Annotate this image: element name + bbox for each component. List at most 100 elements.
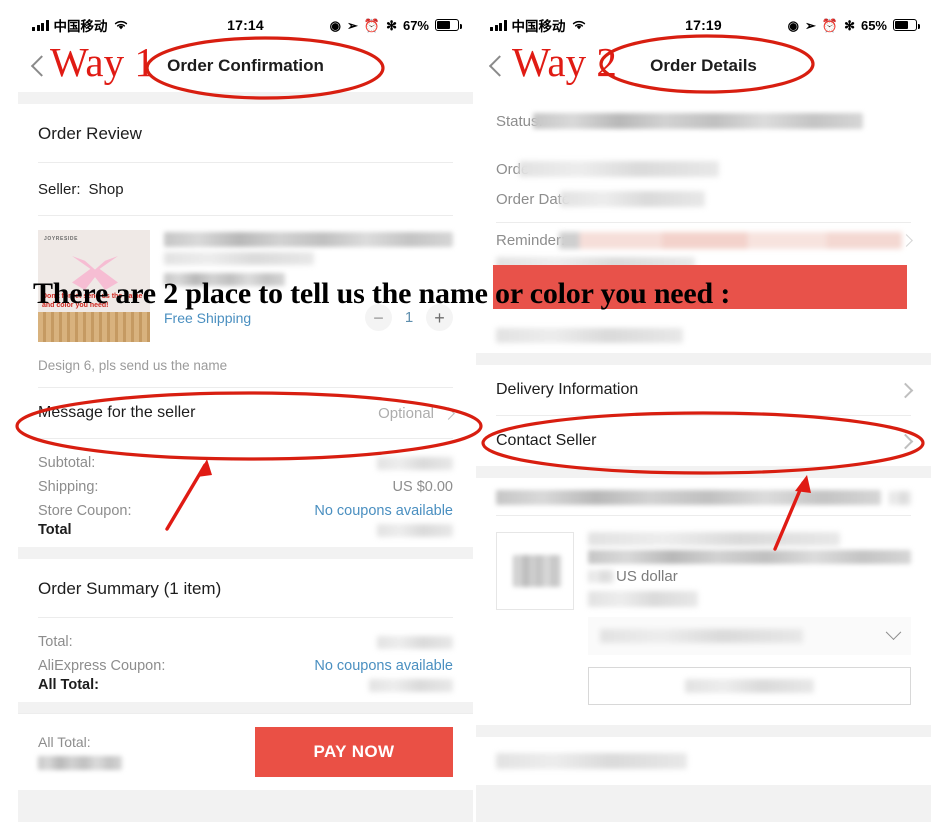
nav-bar-left: Order Confirmation: [18, 40, 473, 92]
free-shipping-label[interactable]: Free Shipping: [164, 310, 251, 326]
order-number-value-redacted: [519, 161, 720, 177]
store-trailing-redacted: [889, 490, 911, 505]
price-amount-redacted: [588, 570, 614, 583]
summary-total-value-redacted: [377, 635, 453, 649]
product-title-line-1-redacted: [588, 532, 840, 546]
chevron-right-icon: [900, 233, 913, 247]
quantity-stepper[interactable]: − 1 +: [365, 304, 453, 331]
reminder-label: Reminder:: [496, 231, 566, 249]
summary-row-aliexpress-coupon[interactable]: AliExpress Coupon: No coupons available: [18, 654, 473, 678]
total-value-redacted: [377, 523, 453, 537]
screenshot-root: 中国移动 17:14 ◉ ➢ ⏰ ✻ 67% Order Confirmatio…: [0, 0, 949, 830]
quantity-decrease-button[interactable]: −: [365, 304, 392, 331]
rotation-lock-icon: ◉: [787, 17, 799, 33]
product-custom-note: Design 6, pls send us the name: [38, 358, 228, 373]
store-name-redacted: [496, 490, 881, 505]
product-info: US dollar: [588, 532, 911, 705]
order-summary-rows: Total: AliExpress Coupon: No coupons ava…: [18, 618, 473, 702]
bluetooth-icon: ✻: [844, 17, 855, 33]
shipping-value: US $0.00: [392, 479, 453, 495]
thumbnail-red-text: Don't forget send us the name and color …: [42, 293, 143, 309]
carrier-label: 中国移动: [511, 19, 566, 34]
decorative-bow-shape: [72, 256, 118, 290]
seller-label: Seller:: [38, 180, 81, 198]
delivery-information-row[interactable]: Delivery Information: [476, 365, 931, 415]
signal-bars-icon: [32, 19, 49, 31]
total-row-subtotal: Subtotal:: [18, 451, 473, 475]
product-title-line-2-redacted: [588, 550, 911, 564]
total-label: Total: [38, 522, 72, 538]
product-thumbnail[interactable]: [496, 532, 574, 610]
chevron-right-icon: [442, 406, 455, 420]
carrier-label: 中国移动: [53, 19, 108, 34]
pay-bar: All Total: PAY NOW: [18, 714, 473, 790]
aliexpress-coupon-label: AliExpress Coupon:: [38, 658, 166, 674]
alarm-clock-icon: ⏰: [821, 17, 839, 33]
shipping-and-quantity: Free Shipping − 1 +: [164, 304, 453, 331]
product-price-row: US dollar: [588, 568, 911, 585]
reminder-row[interactable]: Reminder:: [476, 223, 931, 257]
pay-bar-all-total-label: All Total:: [38, 734, 91, 750]
reminder-value-redacted: [559, 231, 902, 249]
select-value-redacted: [600, 629, 804, 643]
location-arrow-icon: ➢: [804, 17, 816, 33]
delivery-information-label: Delivery Information: [496, 381, 639, 398]
order-product-card: US dollar: [476, 478, 931, 725]
page-title: Order Details: [650, 56, 757, 75]
section-gap: [476, 466, 931, 478]
product-row[interactable]: US dollar: [476, 516, 931, 711]
product-thumbnail[interactable]: JOYRESIDE Don't forget send us the name …: [38, 230, 150, 342]
status-bar-right: 中国移动 17:19 ◉ ➢ ⏰ ✻ 65%: [476, 10, 931, 40]
pay-now-button[interactable]: PAY NOW: [255, 727, 453, 777]
shipping-label: Shipping:: [38, 479, 99, 495]
order-date-value-redacted: [560, 191, 706, 207]
page-title: Order Confirmation: [167, 56, 324, 75]
order-date-row: Order Date: [476, 184, 931, 214]
product-info: Free Shipping − 1 +: [164, 230, 453, 342]
order-number-row: Orde: [476, 154, 931, 184]
order-review-card: Order Review Seller: Shop JOYRESIDE Don'…: [18, 104, 473, 547]
reminder-third-line-redacted: [496, 328, 683, 343]
store-coupon-value[interactable]: No coupons available: [314, 503, 453, 519]
total-row-store-coupon[interactable]: Store Coupon: No coupons available: [18, 499, 473, 523]
quantity-increase-button[interactable]: +: [426, 304, 453, 331]
phone-screen-way-2: 中国移动 17:19 ◉ ➢ ⏰ ✻ 65% Order Details Sta…: [476, 10, 931, 822]
summary-total-label: Total:: [38, 634, 73, 650]
all-total-label: All Total:: [38, 677, 99, 693]
store-name-row[interactable]: [476, 478, 931, 515]
quantity-value: 1: [404, 309, 414, 326]
footer-line-redacted: [496, 753, 687, 769]
battery-icon: [435, 19, 462, 31]
bluetooth-icon: ✻: [386, 17, 397, 33]
message-optional-label: Optional: [378, 404, 434, 422]
order-summary-card: Order Summary (1 item) Total: AliExpress…: [18, 559, 473, 702]
product-row[interactable]: JOYRESIDE Don't forget send us the name …: [18, 216, 473, 352]
order-totals-group: Subtotal: Shipping: US $0.00 Store Coupo…: [18, 439, 473, 547]
subtotal-value-redacted: [377, 456, 453, 470]
order-summary-title: Order Summary (1 item): [38, 579, 222, 598]
contact-seller-label: Contact Seller: [496, 432, 597, 449]
all-total-value-redacted: [369, 678, 453, 692]
message-for-seller-row[interactable]: Message for the seller Optional: [18, 388, 473, 438]
order-confirmation-body: Order Review Seller: Shop JOYRESIDE Don'…: [18, 92, 473, 822]
battery-icon: [893, 19, 920, 31]
chevron-down-icon: [885, 623, 902, 640]
signal-bars-icon: [490, 19, 507, 31]
wifi-icon: [572, 20, 585, 30]
status-bar-left: 中国移动 17:14 ◉ ➢ ⏰ ✻ 67%: [18, 10, 473, 40]
product-action-select[interactable]: [588, 617, 911, 655]
seller-row[interactable]: Seller: Shop: [18, 163, 473, 215]
subtotal-label: Subtotal:: [38, 455, 96, 471]
section-gap: [18, 702, 473, 714]
contact-seller-row[interactable]: Contact Seller: [476, 416, 931, 466]
button-label-redacted: [685, 679, 814, 693]
order-details-body: Status: Orde Order Date Reminder: Delive…: [476, 92, 931, 822]
reminder-second-line-redacted: [496, 257, 696, 272]
product-quantity-redacted: [588, 591, 698, 607]
product-secondary-button[interactable]: [588, 667, 911, 705]
summary-row-total: Total:: [18, 630, 473, 654]
section-gap: [18, 547, 473, 559]
aliexpress-coupon-value[interactable]: No coupons available: [314, 658, 453, 674]
thumbnail-brand-label: JOYRESIDE: [44, 236, 79, 242]
chevron-right-icon: [897, 382, 914, 398]
